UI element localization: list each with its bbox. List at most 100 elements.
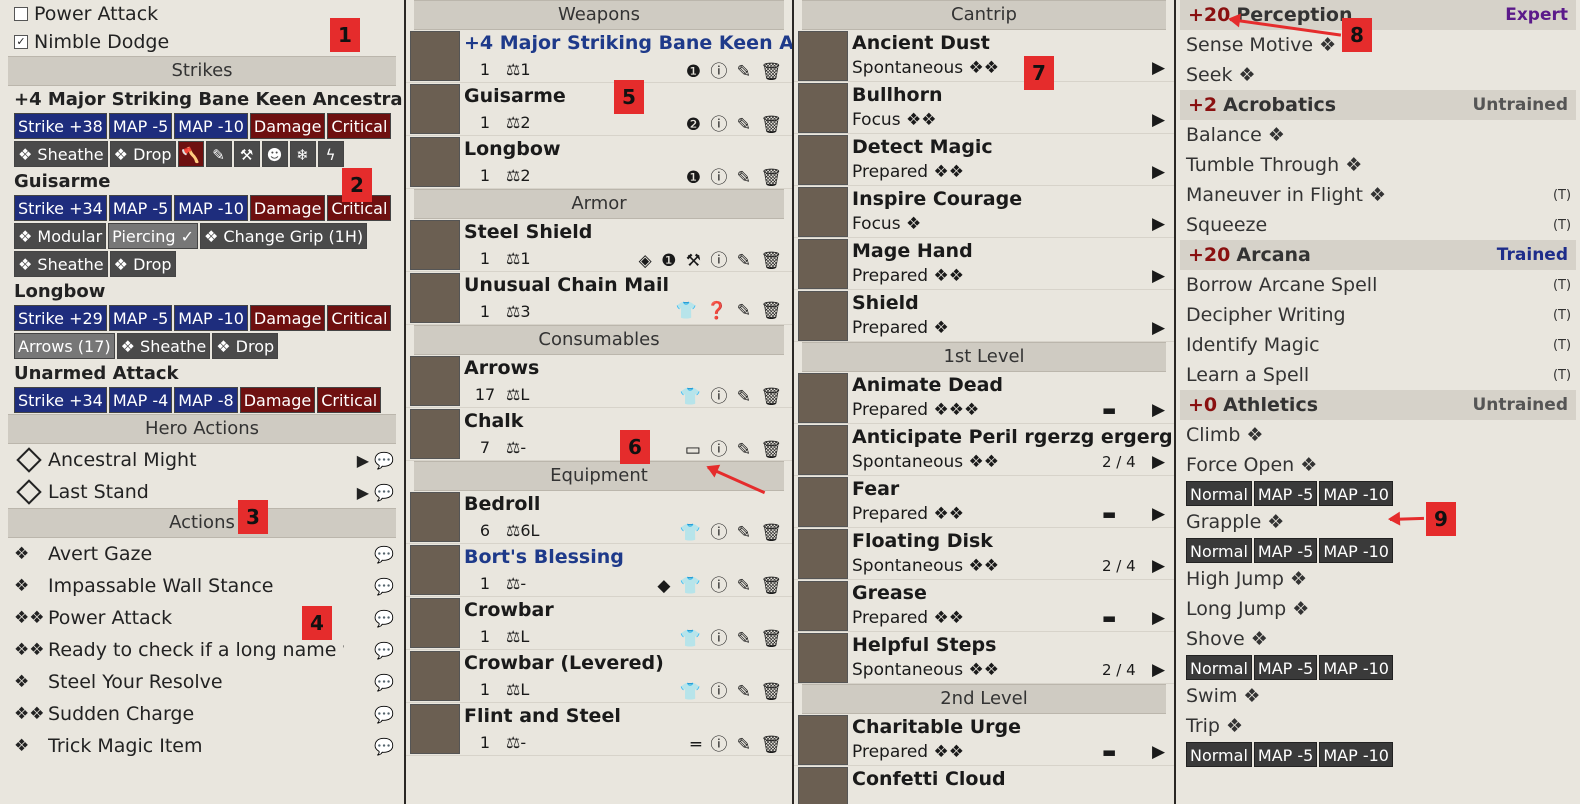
spell-item[interactable]: Confetti Cloud [794,766,1174,804]
strike-tag-button[interactable]: MAP -10 [174,195,248,221]
spell-name[interactable]: Inspire Courage [852,186,1174,212]
cast-play-icon[interactable]: ▶ [1152,318,1174,338]
strike-extra-button[interactable]: ❖ Modular [14,223,107,249]
spell-item[interactable]: Mage Hand Prepared ❖❖ ▶ [794,238,1174,290]
strike-tag-button[interactable]: Critical [327,305,392,331]
item-controls-icon[interactable]: ◈ ❶ ⚒ ⓘ ✎ 🗑 [606,246,792,271]
skill-action[interactable]: Decipher Writing (T) [1176,300,1580,330]
play-chat-icon[interactable]: ▶ 💬 [344,483,404,502]
spell-item[interactable]: Floating Disk Spontaneous ❖❖ 2 / 4 ▶ [794,528,1174,580]
inventory-item[interactable]: Bort's Blessing 1 ⚖- ◆ 👕 ⓘ ✎ 🗑 [406,544,792,597]
strike-extra-button[interactable]: ❖ Sheathe [14,141,108,167]
strike-extra-button[interactable]: ❖ Sheathe [116,333,211,359]
hero-action[interactable]: Ancestral Might ▶ 💬 [0,444,404,476]
cast-play-icon[interactable]: ▶ [1152,556,1174,576]
cast-play-icon[interactable]: ▶ [1152,162,1174,182]
spell-name[interactable]: Mage Hand [852,238,1174,264]
cast-play-icon[interactable]: ▶ [1152,504,1174,524]
spell-item[interactable]: Fear Prepared ❖❖ ▬ ▶ [794,476,1174,528]
strike-tag-button[interactable]: MAP -5 [108,305,173,331]
map-button[interactable]: MAP -10 [1319,655,1393,680]
map-button[interactable]: Normal [1186,655,1252,680]
spell-name[interactable]: Anticipate Peril rgerzg ergerg er... [852,424,1174,450]
map-button[interactable]: MAP -5 [1253,481,1318,506]
inventory-item[interactable]: Arrows 17 ⚖L 👕 ⓘ ✎ 🗑 [406,355,792,408]
item-name[interactable]: Bort's Blessing [464,544,792,570]
inventory-item[interactable]: Crowbar (Levered) 1 ⚖L 👕 ⓘ ✎ 🗑 [406,650,792,703]
action-item[interactable]: ❖❖ Power Attack 💬 [0,602,404,634]
strike-extra-button[interactable]: Arrows (17) [14,333,115,359]
item-controls-icon[interactable]: 👕 ⓘ ✎ 🗑 [606,624,792,649]
spell-item[interactable]: Detect Magic Prepared ❖❖ ▶ [794,134,1174,186]
skill-action[interactable]: Tumble Through ❖ [1176,150,1580,180]
item-name[interactable]: Crowbar [464,597,792,623]
item-name[interactable]: +4 Major Striking Bane Keen An... [464,30,792,56]
spell-name[interactable]: Confetti Cloud [852,766,1174,792]
spell-name[interactable]: Bullhorn [852,82,1174,108]
inventory-item[interactable]: Crowbar 1 ⚖L 👕 ⓘ ✎ 🗑 [406,597,792,650]
chat-icon[interactable]: 💬 [344,641,404,660]
inventory-item[interactable]: Unusual Chain Mail 1 ⚖3 👕 ❓ ✎ 🗑 [406,272,792,325]
spell-item[interactable]: Bullhorn Focus ❖❖ ▶ [794,82,1174,134]
strike-tag-button[interactable]: Damage [249,195,326,221]
skill-action[interactable]: Trip ❖ [1176,711,1580,741]
chat-icon[interactable]: 💬 [344,705,404,724]
strike-tag-button[interactable]: Strike +29 [14,305,107,331]
map-button[interactable]: MAP -5 [1253,538,1318,563]
cast-play-icon[interactable]: ▶ [1152,110,1174,130]
inventory-item[interactable]: Steel Shield 1 ⚖1 ◈ ❶ ⚒ ⓘ ✎ 🗑 [406,219,792,272]
strike-tag-button[interactable]: Critical [327,113,392,139]
cast-play-icon[interactable]: ▶ [1152,400,1174,420]
action-item[interactable]: ❖ Steel Your Resolve 💬 [0,666,404,698]
skill-action[interactable]: Identify Magic (T) [1176,330,1580,360]
strike-extra-button[interactable]: Piercing ✓ [108,223,198,249]
strike-tag-button[interactable]: Damage [249,113,326,139]
skill-action[interactable]: Borrow Arcane Spell (T) [1176,270,1580,300]
spell-name[interactable]: Fear [852,476,1174,502]
item-name[interactable]: Crowbar (Levered) [464,650,792,676]
skill-action[interactable]: Grapple ❖ [1176,507,1580,537]
spell-name[interactable]: Shield [852,290,1174,316]
checkbox[interactable] [14,7,28,21]
spell-item[interactable]: Inspire Courage Focus ❖ ▶ [794,186,1174,238]
item-controls-icon[interactable]: 👕 ⓘ ✎ 🗑 [606,382,792,407]
strike-tag-button[interactable]: Damage [239,387,316,413]
skill-action[interactable]: Long Jump ❖ [1176,594,1580,624]
strike-extra-button[interactable]: ❖ Drop [212,333,279,359]
map-button[interactable]: MAP -5 [1253,655,1318,680]
skill-action[interactable]: Squeeze (T) [1176,210,1580,240]
skill-header[interactable]: +0 Athletics Untrained [1180,390,1576,420]
cast-play-icon[interactable]: ▶ [1152,266,1174,286]
chat-icon[interactable]: 💬 [344,577,404,596]
strike-tag-button[interactable]: Damage [249,305,326,331]
spell-name[interactable]: Helpful Steps [852,632,1174,658]
strike-tag-button[interactable]: Critical [317,387,382,413]
spell-name[interactable]: Charitable Urge [852,714,1174,740]
play-chat-icon[interactable]: ▶ 💬 [344,451,404,470]
spell-name[interactable]: Animate Dead [852,372,1174,398]
strike-extra-button[interactable]: ❖ Change Grip (1H) [200,223,368,249]
item-controls-icon[interactable]: ❶ ⓘ ✎ 🗑 [606,163,792,188]
rune-icon[interactable]: 🪓 [177,141,204,167]
inventory-item[interactable]: Chalk 7 ⚖- ▭ ⓘ ✎ 🗑 [406,408,792,461]
map-button[interactable]: MAP -10 [1319,742,1393,767]
strike-extra-button[interactable]: ❖ Sheathe [14,251,108,277]
item-name[interactable]: Flint and Steel [464,703,792,729]
skill-action[interactable]: Sense Motive ❖ [1176,30,1580,60]
spell-item[interactable]: Shield Prepared ❖ ▶ [794,290,1174,342]
cast-play-icon[interactable]: ▶ [1152,214,1174,234]
action-item[interactable]: ❖ Avert Gaze 💬 [0,538,404,570]
inventory-item[interactable]: Flint and Steel 1 ⚖- ═ ⓘ ✎ 🗑 [406,703,792,756]
strike-tag-button[interactable]: MAP -5 [108,195,173,221]
skill-action[interactable]: Learn a Spell (T) [1176,360,1580,390]
map-button[interactable]: MAP -5 [1253,742,1318,767]
cast-play-icon[interactable]: ▶ [1152,452,1174,472]
cast-play-icon[interactable]: ▶ [1152,608,1174,628]
skill-action[interactable]: Maneuver in Flight ❖ (T) [1176,180,1580,210]
map-button[interactable]: Normal [1186,538,1252,563]
spell-item[interactable]: Charitable Urge Prepared ❖❖ ▬ ▶ [794,714,1174,766]
spell-name[interactable]: Detect Magic [852,134,1174,160]
item-name[interactable]: Arrows [464,355,792,381]
action-item[interactable]: ❖ Impassable Wall Stance 💬 [0,570,404,602]
skill-header[interactable]: +20 Arcana Trained [1180,240,1576,270]
